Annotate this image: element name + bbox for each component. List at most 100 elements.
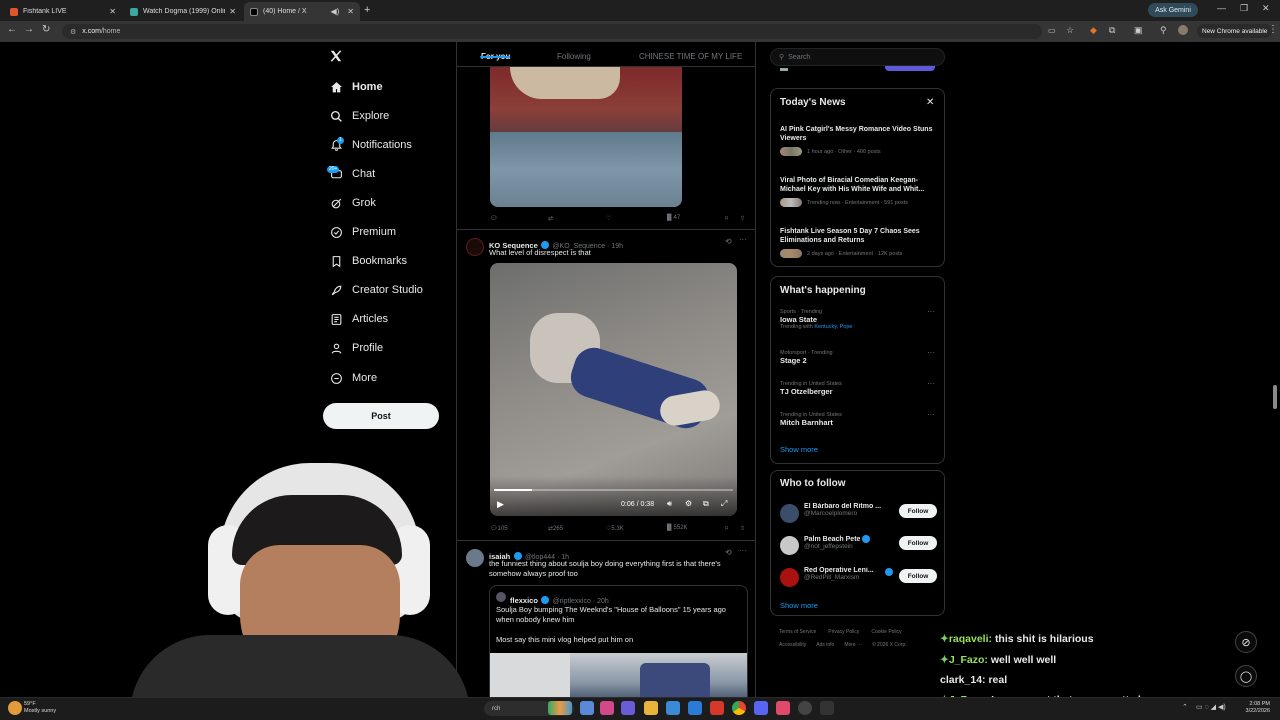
chrome-icon[interactable] <box>732 701 746 715</box>
extension-icon[interactable]: ◆ <box>1090 25 1097 36</box>
trend-item[interactable]: Motorsport · Trending Stage 2 <box>780 350 940 365</box>
avatar[interactable] <box>466 238 484 256</box>
sidebar-item-creator-studio[interactable]: Creator Studio <box>329 279 423 301</box>
app-dark-icon[interactable] <box>820 701 834 715</box>
follow-button[interactable]: Follow <box>899 536 937 550</box>
app-icon[interactable] <box>600 701 614 715</box>
follow-button[interactable]: Follow <box>899 569 937 583</box>
tab-following[interactable]: Following <box>557 52 591 61</box>
app-red-icon[interactable] <box>710 701 724 715</box>
post-video[interactable]: ▶ 0:06 / 0:38 🔊︎ ⚙ ⧉ ⤢ <box>490 263 737 516</box>
sidebar-item-explore[interactable]: Explore <box>329 105 389 127</box>
sidebar-item-bookmarks[interactable]: Bookmarks <box>329 250 407 272</box>
news-item[interactable]: Viral Photo of Biracial Comedian Keegan-… <box>780 176 940 207</box>
close-tab-icon[interactable]: ✕ <box>109 7 116 16</box>
post-more-icon[interactable]: ··· <box>739 235 747 244</box>
show-more-link[interactable]: Show more <box>780 601 818 610</box>
sidebar-item-more[interactable]: More <box>329 367 377 389</box>
post-more-icon[interactable]: ··· <box>739 546 747 555</box>
share-icon[interactable]: ⇧ <box>740 215 745 222</box>
close-icon[interactable]: ✕ <box>926 97 934 108</box>
side-panel-icon[interactable]: ▣ <box>1134 25 1143 36</box>
file-explorer-icon[interactable] <box>644 701 658 715</box>
app-pink-icon[interactable] <box>776 701 790 715</box>
back-icon[interactable]: ← <box>7 24 17 35</box>
new-chrome-available-button[interactable]: New Chrome available <box>1197 24 1273 38</box>
pip-icon[interactable]: ⧉ <box>703 499 709 509</box>
sidebar-item-premium[interactable]: Premium <box>329 221 396 243</box>
obs-icon[interactable] <box>798 701 812 715</box>
tab-search-icon[interactable]: ⚲ <box>1160 25 1167 36</box>
tab-chinese-time-of-my-life[interactable]: CHINESE TIME OF MY LIFE <box>639 52 742 61</box>
avatar[interactable] <box>780 536 799 555</box>
browser-tab-dogma[interactable]: Watch Dogma (1999) Online [1 ✕ <box>124 2 242 21</box>
sidebar-item-grok[interactable]: Grok <box>329 192 376 214</box>
follow-button[interactable]: Follow <box>899 504 937 518</box>
settings-icon[interactable]: ⚙ <box>685 499 692 508</box>
forward-icon[interactable]: → <box>24 24 34 35</box>
volume-icon[interactable]: 🔊︎ <box>667 499 672 509</box>
grok-post-icon[interactable]: ⟲ <box>725 548 732 557</box>
close-window-icon[interactable]: ✕ <box>1262 3 1270 14</box>
site-info-icon[interactable]: ⚙ <box>70 28 76 36</box>
profile-avatar-icon[interactable] <box>1178 25 1188 35</box>
repost-count[interactable]: ⇄ 265 <box>548 525 563 533</box>
trend-more-icon[interactable]: ··· <box>927 348 935 357</box>
footer-link[interactable]: Cookie Policy <box>871 629 901 635</box>
trend-more-icon[interactable]: ··· <box>927 307 935 316</box>
follow-suggestion[interactable]: El Bárbaro del Ritmo ... @Marcoelplomero <box>804 503 892 517</box>
trend-item[interactable]: Trending in United States TJ Otzelberger <box>780 381 940 396</box>
search-highlight-icon[interactable] <box>548 701 572 715</box>
fullscreen-icon[interactable]: ⤢ <box>721 499 727 509</box>
repost-icon[interactable]: ⇄ <box>548 215 553 222</box>
post-button[interactable]: Post <box>323 403 439 429</box>
news-item[interactable]: AI Pink Catgirl's Messy Romance Video St… <box>780 125 940 156</box>
trend-more-icon[interactable]: ··· <box>927 379 935 388</box>
video-scrubber[interactable] <box>494 489 733 491</box>
browser-tab-fishtank[interactable]: Fishtank LIVE ✕ <box>4 2 122 21</box>
footer-link[interactable]: Accessibility <box>779 642 806 648</box>
reply-count[interactable]: 💬︎ 105 <box>490 525 508 533</box>
bookmark-post-icon[interactable]: ⌑ <box>725 215 728 222</box>
views-count[interactable]: ▐▌ 552K <box>665 525 688 531</box>
sidebar-item-profile[interactable]: Profile <box>329 337 383 359</box>
trend-links[interactable]: Kentucky, Pope <box>814 324 852 330</box>
news-item[interactable]: Fishtank Live Season 5 Day 7 Chaos Sees … <box>780 227 940 258</box>
tray-icons[interactable]: ▭ ◌ ◢ ◀) <box>1196 703 1226 711</box>
page-scrollbar[interactable] <box>1273 385 1277 409</box>
footer-link[interactable]: Privacy Policy <box>828 629 859 635</box>
like-icon[interactable]: ♡ <box>606 215 611 222</box>
ask-gemini-button[interactable]: Ask Gemini <box>1148 3 1198 17</box>
minimize-icon[interactable]: — <box>1217 3 1226 13</box>
audio-playing-icon[interactable]: ◀) <box>330 7 339 16</box>
views-count[interactable]: ▐▌ 47 <box>665 215 680 221</box>
edge-icon[interactable] <box>688 701 702 715</box>
follow-suggestion[interactable]: Palm Beach Pete @not_jeffepstein <box>804 535 892 550</box>
bookmark-star-icon[interactable]: ☆ <box>1066 25 1074 36</box>
trend-item[interactable]: Trending in United States Mitch Barnhart <box>780 412 940 427</box>
bookmark-post-icon[interactable]: ⌑ <box>725 525 728 532</box>
x-logo-icon[interactable] <box>329 49 343 63</box>
sidebar-item-articles[interactable]: Articles <box>329 308 388 330</box>
trend-item[interactable]: Sports · Trending Iowa State Trending wi… <box>780 309 940 330</box>
search-input[interactable]: ⚲ Search <box>770 48 945 66</box>
avatar[interactable] <box>780 504 799 523</box>
footer-link[interactable]: Terms of Service <box>779 629 816 635</box>
show-more-link[interactable]: Show more <box>780 445 818 454</box>
grok-post-icon[interactable]: ⟲ <box>725 237 732 246</box>
close-tab-icon[interactable]: ✕ <box>229 7 236 16</box>
chrome-menu-icon[interactable]: ⋮ <box>1268 24 1278 35</box>
extensions-puzzle-icon[interactable]: ⧉ <box>1109 25 1115 36</box>
like-count[interactable]: ♡ 5.3K <box>606 525 624 533</box>
weather-icon[interactable] <box>8 701 22 715</box>
post-image-dog[interactable] <box>490 67 682 207</box>
new-tab-button[interactable]: + <box>364 4 370 16</box>
reply-icon[interactable]: 💬︎ <box>490 215 498 222</box>
share-icon[interactable]: ⇧ <box>740 525 745 532</box>
browser-tab-x-home[interactable]: (40) Home / X ◀) ✕ <box>244 2 360 21</box>
teams-icon[interactable] <box>621 701 635 715</box>
sidebar-item-home[interactable]: Home <box>329 76 383 98</box>
avatar[interactable] <box>780 568 799 587</box>
task-view-icon[interactable] <box>580 701 594 715</box>
footer-link[interactable]: More ··· <box>844 642 862 648</box>
